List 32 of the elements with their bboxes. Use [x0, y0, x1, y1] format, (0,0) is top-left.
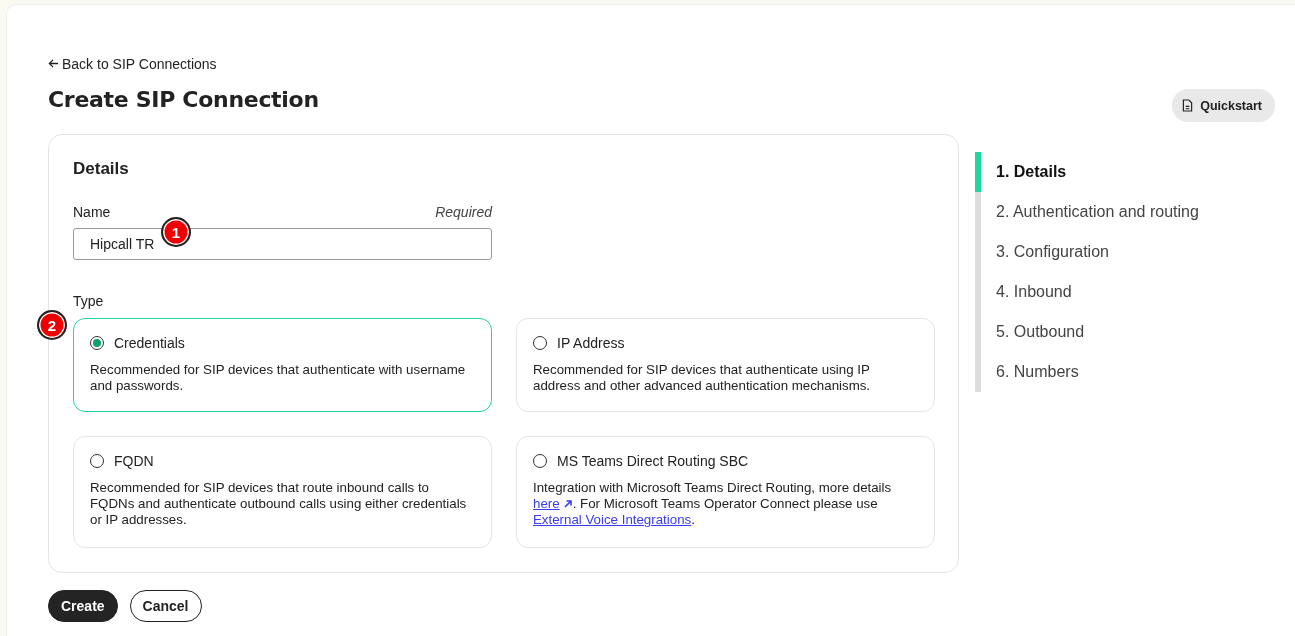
field-label: Type [73, 293, 105, 309]
option-label: FQDN [114, 453, 154, 469]
option-description: Recommended for SIP devices that route inbound calls to FQDNs and authenticate outbound calls using either credentials or IP addresses. [90, 480, 468, 528]
option-label: Credentials [114, 335, 185, 351]
type-option-card[interactable]: IP Address Recommended for SIP devices that authenticate using IP address and other advanced authentication mechanisms. [516, 318, 935, 412]
create-button[interactable]: Create [48, 590, 118, 622]
option-description: Integration with Microsoft Teams Direct Routing, more details here . For Microsoft Teams Operator Connect please use External Voice Integrations. [533, 480, 893, 528]
step-item[interactable]: 3. Configuration [975, 232, 1275, 272]
step-item[interactable]: 4. Inbound [975, 272, 1275, 312]
option-label: IP Address [557, 335, 625, 351]
step-item[interactable]: 1. Details [975, 152, 1275, 192]
step-item[interactable]: 6. Numbers [975, 352, 1275, 392]
document-icon [1182, 99, 1194, 112]
type-option-card[interactable]: MS Teams Direct Routing SBC Integration with Microsoft Teams Direct Routing, more details here . For Microsoft Teams Operator Connect please use External Voice Integrations. [516, 436, 935, 548]
step-item[interactable]: 5. Outbound [975, 312, 1275, 352]
annotation-badge: 2 [37, 310, 67, 340]
quickstart-button[interactable]: Quickstart [1172, 89, 1275, 122]
type-option-card[interactable]: FQDN Recommended for SIP devices that route inbound calls to FQDNs and authenticate outbound calls using either credentials or IP addresses. [73, 436, 492, 548]
option-description: Recommended for SIP devices that authenticate with username and passwords. [90, 362, 467, 394]
option-label: MS Teams Direct Routing SBC [557, 453, 749, 469]
link[interactable]: here [533, 496, 573, 511]
arrow-up-right-icon [562, 499, 573, 509]
annotation-badge: 1 [161, 217, 191, 247]
section-title: Details [73, 159, 130, 179]
page-title: Create SIP Connection [48, 87, 320, 112]
step-item[interactable]: 2. Authentication and routing [975, 192, 1275, 232]
option-description: Recommended for SIP devices that authenticate using IP address and other advanced authentication mechanisms. [533, 362, 872, 394]
cancel-button[interactable]: Cancel [129, 590, 202, 622]
field-label: Name [73, 204, 111, 220]
arrow-left-icon [48, 58, 59, 69]
back-link[interactable]: Back to SIP Connections [48, 55, 217, 72]
required-hint: Required [435, 204, 492, 220]
